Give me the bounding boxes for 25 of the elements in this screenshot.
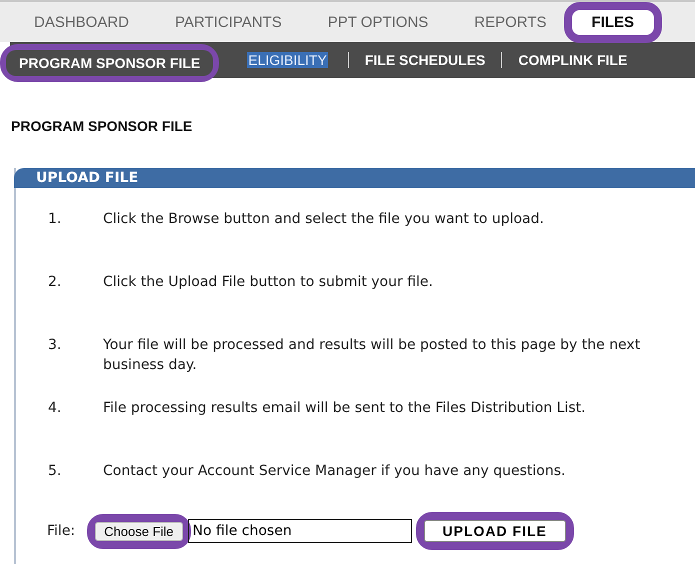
file-label: File: (47, 523, 76, 539)
step-text: Click the Upload File button to submit your file. (103, 273, 434, 292)
sub-nav-link[interactable]: PROGRAM SPONSOR FILE (6, 50, 214, 76)
page-title: PROGRAM SPONSOR FILE (11, 118, 194, 134)
upload-file-button[interactable]: UPLOAD FILE (424, 520, 566, 542)
step-number: 5. (47, 462, 62, 481)
choose-file-button[interactable]: Choose File (95, 522, 183, 540)
step-text: Click the Browse button and select the file you want to upload. (103, 210, 545, 229)
step-number: 3. (47, 336, 62, 355)
step-text: Your file will be processed and results will be posted to this page by the next business day. (103, 336, 642, 375)
nav-tab[interactable]: PPT OPTIONS (316, 10, 440, 34)
nav-tab[interactable]: FILES (572, 10, 654, 34)
sub-nav-link[interactable]: COMPLINK FILE (508, 49, 638, 71)
step-number: 2. (47, 273, 62, 292)
nav-tab[interactable]: DASHBOARD (23, 10, 140, 34)
step-number: 4. (47, 399, 62, 418)
nav-tab[interactable]: PARTICIPANTS (164, 10, 293, 34)
file-status: No file chosen (188, 519, 412, 543)
nav-tab[interactable]: REPORTS (463, 10, 558, 34)
step-text: Contact your Account Service Manager if you have any questions. (103, 462, 566, 481)
sub-nav-link[interactable]: ELIGIBILITY (247, 52, 328, 68)
step-text: File processing results email will be sent to the Files Distribution List. (103, 399, 587, 418)
step-number: 1. (47, 210, 62, 229)
panel-title: UPLOAD FILE (36, 170, 138, 186)
sub-nav-link[interactable]: FILE SCHEDULES (354, 49, 496, 71)
